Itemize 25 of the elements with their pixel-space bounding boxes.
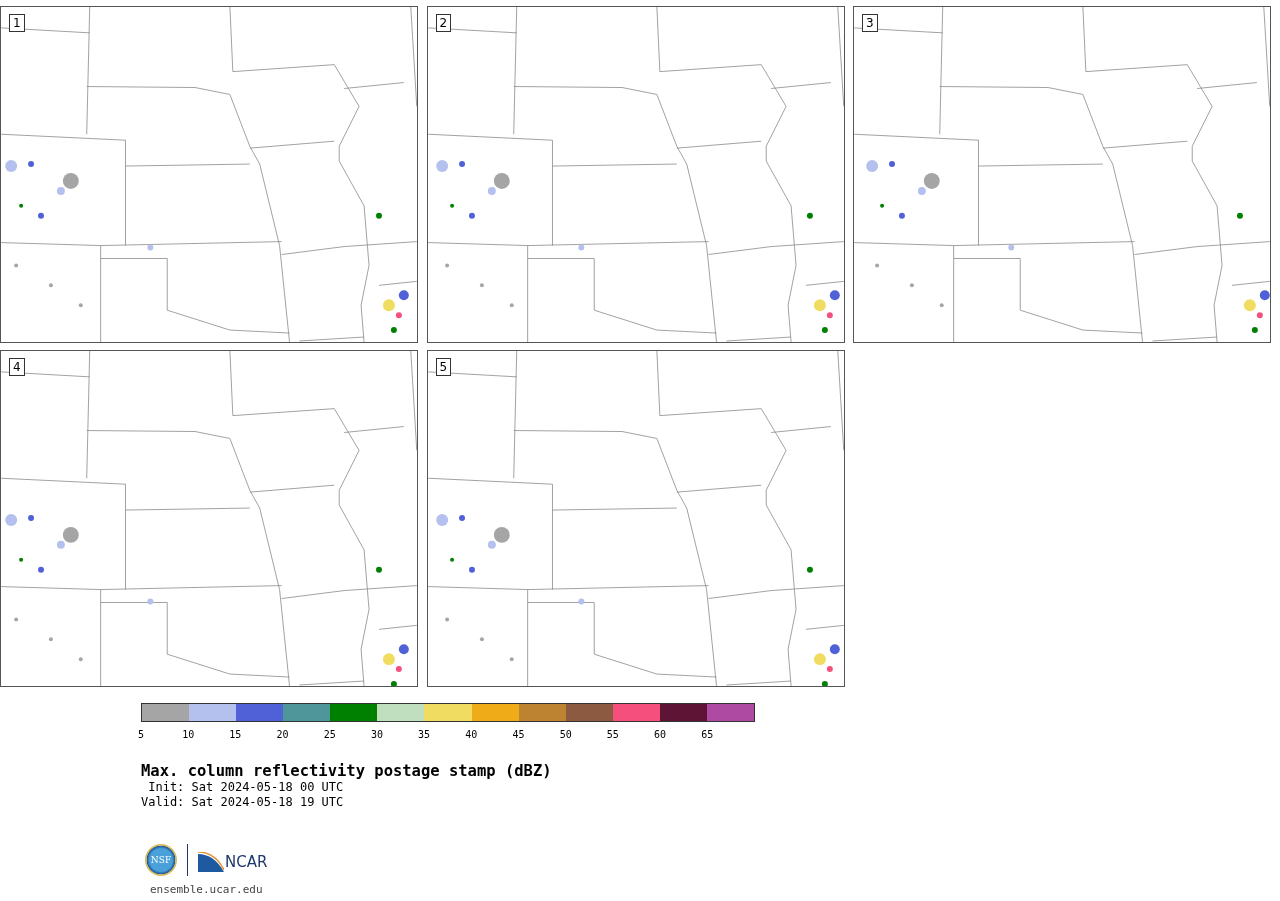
website-url: ensemble.ucar.edu [150,883,264,896]
tick-label: 60 [653,729,668,740]
tick-label: 65 [700,729,715,740]
nsf-logo: NSF [145,844,177,876]
panel-number: 3 [862,14,878,32]
tick-label: 10 [181,729,196,740]
ncar-logo-text: NCAR [225,853,268,871]
init-time: Init: Sat 2024-05-18 00 UTC [147,780,345,795]
panel-number: 5 [435,358,452,376]
panel-number: 4 [9,358,25,376]
arc-logo-icon [198,852,224,872]
valid-time: Valid: Sat 2024-05-18 19 UTC [141,795,345,810]
tick-label: 20 [275,729,290,740]
tick-label: 55 [605,729,620,740]
tick-label: 45 [511,729,526,740]
tick-label: 40 [464,729,479,740]
tick-label: 25 [322,729,337,740]
panel-number: 1 [9,14,25,32]
tick-label: 35 [417,729,432,740]
tick-label: 15 [228,729,243,740]
panel-number: 2 [435,14,452,32]
tick-label: 30 [369,729,384,740]
tick-label: 50 [558,729,573,740]
chart-title: Max. column reflectivity postage stamp (dBZ) [141,762,553,780]
tick-label: 5 [137,729,145,740]
